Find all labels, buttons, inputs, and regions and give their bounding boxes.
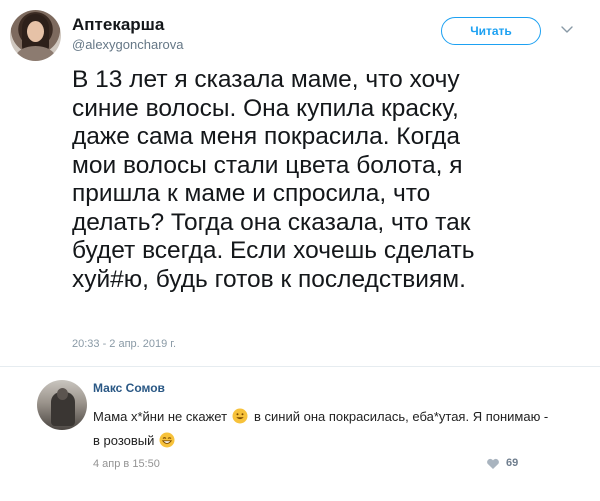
chevron-down-icon[interactable] (560, 23, 574, 37)
comment-text: Мама х*йни не скажет в синий она покраси… (93, 405, 553, 453)
like-count[interactable]: 69 (506, 457, 518, 469)
tweet-text: В 13 лет я сказала маме, что хочу синие … (72, 66, 475, 293)
smiling-face-emoji-icon (232, 408, 248, 424)
comment-date[interactable]: 4 апр в 15:50 (93, 458, 160, 470)
author-handle[interactable]: @alexygoncharova (72, 37, 183, 52)
grinning-face-emoji-icon (159, 432, 175, 448)
divider (0, 366, 600, 367)
commenter-avatar[interactable] (37, 380, 87, 430)
tweet-timestamp[interactable]: 20:33 - 2 апр. 2019 г. (72, 338, 176, 350)
author-name[interactable]: Аптекарша (72, 15, 164, 35)
avatar-head (57, 388, 68, 400)
comment-text-part1: Мама х*йни не скажет (93, 409, 228, 424)
avatar-face (27, 21, 44, 42)
tweet-card: Аптекарша @alexygoncharova Читать В 13 л… (0, 0, 600, 370)
follow-button[interactable]: Читать (441, 17, 541, 45)
comment-author[interactable]: Макс Сомов (93, 381, 165, 395)
author-avatar[interactable] (10, 10, 61, 61)
avatar-body (16, 46, 55, 61)
heart-icon[interactable] (486, 458, 500, 470)
